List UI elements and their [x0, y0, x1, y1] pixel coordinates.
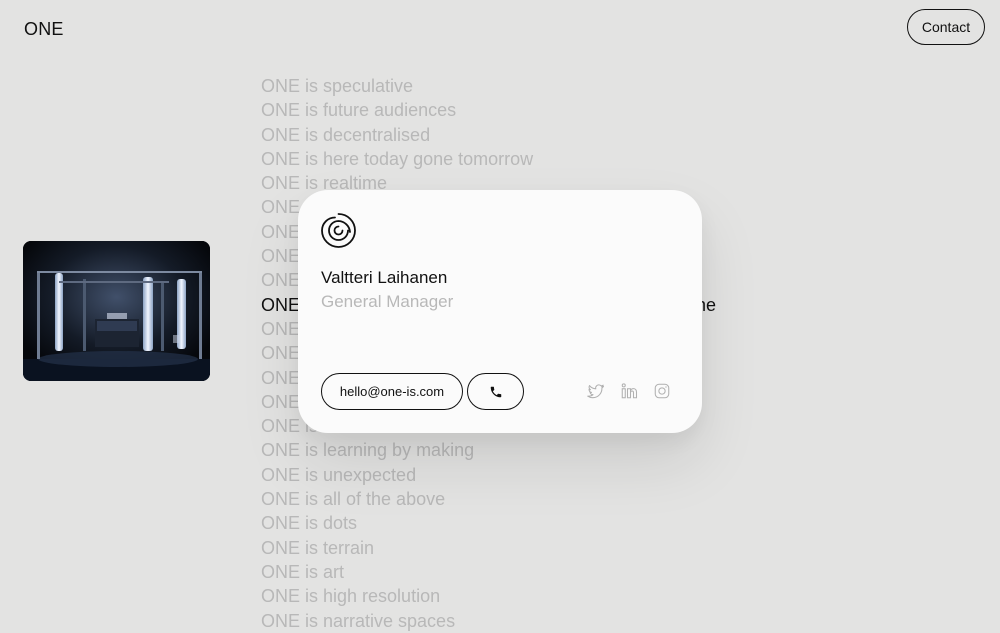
- statement-item[interactable]: ONE is future audiences: [261, 98, 716, 122]
- statement-item[interactable]: ONE is here today gone tomorrow: [261, 147, 716, 171]
- site-logo[interactable]: ONE: [24, 19, 64, 40]
- instagram-icon[interactable]: [653, 382, 671, 400]
- contact-button[interactable]: Contact: [907, 9, 985, 45]
- installation-photo: [23, 241, 210, 381]
- swirl-logo-icon: [321, 213, 356, 248]
- phone-button[interactable]: [467, 373, 524, 410]
- statement-item[interactable]: ONE is high resolution: [261, 584, 716, 608]
- statement-item[interactable]: ONE is decentralised: [261, 123, 716, 147]
- statement-item[interactable]: ONE is terrain: [261, 536, 716, 560]
- email-button[interactable]: hello@one-is.com: [321, 373, 463, 410]
- statement-item[interactable]: ONE is all of the above: [261, 487, 716, 511]
- statement-item[interactable]: ONE is unexpected: [261, 463, 716, 487]
- twitter-icon[interactable]: [587, 382, 605, 400]
- contact-name: Valtteri Laihanen: [321, 268, 448, 287]
- linkedin-icon[interactable]: [620, 382, 638, 400]
- statement-prefix: ONE: [261, 294, 301, 315]
- statement-item[interactable]: ONE is dots: [261, 511, 716, 535]
- statement-item[interactable]: ONE is learning by making: [261, 438, 716, 462]
- statement-item[interactable]: ONE is narrative spaces: [261, 609, 716, 633]
- contact-card: Valtteri Laihanen General Manager hello@…: [298, 190, 702, 433]
- contact-role: General Manager: [321, 292, 454, 311]
- phone-icon: [490, 386, 501, 397]
- project-thumbnail[interactable]: [23, 241, 210, 381]
- statement-item[interactable]: ONE is art: [261, 560, 716, 584]
- statement-item[interactable]: ONE is speculative: [261, 74, 716, 98]
